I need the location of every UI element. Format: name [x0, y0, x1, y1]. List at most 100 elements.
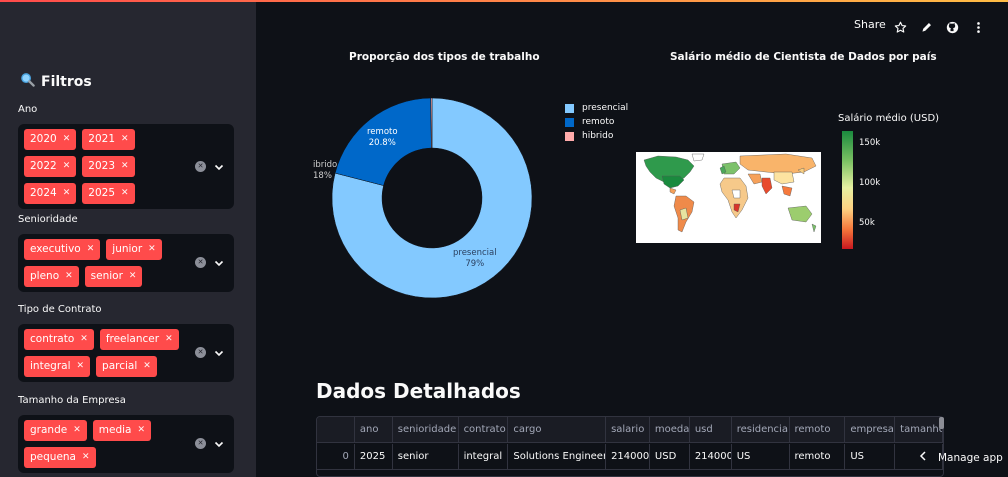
table-row[interactable]: 0 2025 senior integral Solutions Engineer 214… [317, 444, 943, 470]
clear-all-icon[interactable]: ✕ [195, 160, 206, 172]
remove-tag-icon[interactable]: ✕ [63, 156, 71, 177]
filter-tag[interactable]: junior ✕ [106, 239, 162, 260]
table-header-cell[interactable]: tamanho_ [895, 417, 943, 443]
magnifier-icon [20, 72, 35, 91]
remove-tag-icon[interactable]: ✕ [82, 447, 90, 468]
table-header-cell[interactable]: ano [354, 417, 393, 443]
colorbar [842, 131, 853, 249]
multiselect-input[interactable]: executivo ✕ junior ✕ pleno ✕ senior ✕ ✕ [18, 234, 234, 292]
clear-all-icon[interactable]: ✕ [195, 257, 206, 268]
filter-tag[interactable]: 2022 ✕ [24, 156, 77, 177]
table-header-cell[interactable]: moeda [649, 417, 690, 443]
remove-tag-icon[interactable]: ✕ [121, 156, 129, 177]
table-cell: US [731, 444, 790, 470]
filter-tag[interactable]: contrato ✕ [24, 329, 94, 350]
filter-tag-label: 2021 [88, 133, 116, 145]
filter-tag-label: pleno [30, 270, 60, 282]
multiselect-input[interactable]: contrato ✕ freelancer ✕ integral ✕ parcial ✕ ✕ [18, 324, 234, 382]
filter-tag[interactable]: pleno ✕ [24, 266, 79, 287]
chevron-down-icon[interactable] [214, 439, 224, 449]
section-title: Dados Detalhados [316, 379, 521, 403]
remove-tag-icon[interactable]: ✕ [63, 183, 71, 204]
share-button[interactable]: Share [854, 18, 886, 31]
filter-tag-label: 2024 [30, 187, 57, 199]
legend-swatch-remoto [565, 117, 574, 127]
multiselect-input[interactable]: 2020 ✕ 2021 ✕ 2022 ✕ 2023 ✕ 2024 ✕ 2025 ✕ ✕ [18, 124, 234, 209]
legend-item-remoto[interactable]: remoto [565, 117, 614, 127]
filter-label: Tamanho da Empresa [18, 395, 126, 406]
table-cell: 214000 [606, 444, 650, 470]
table-header-cell[interactable]: empresa [845, 417, 896, 443]
remove-tag-icon[interactable]: ✕ [137, 420, 145, 441]
world-choropleth-map[interactable] [636, 152, 821, 243]
table-header-cell[interactable]: remoto [789, 417, 846, 443]
table-header-cell[interactable]: cargo [508, 417, 607, 443]
pie-label-hibrido: ibrido 18% [313, 160, 337, 182]
remove-tag-icon[interactable]: ✕ [165, 329, 173, 350]
pie-label-remoto-name: remoto [367, 127, 398, 137]
table-header-cell[interactable] [317, 417, 355, 443]
legend-item-hibrido[interactable]: hibrido [565, 131, 613, 141]
legend-label: remoto [582, 117, 615, 127]
remove-tag-icon[interactable]: ✕ [76, 356, 84, 377]
table-cell: integral [458, 444, 509, 470]
filter-tag[interactable]: pequena ✕ [24, 447, 96, 468]
filter-tag-label: parcial [102, 360, 138, 372]
table-header-row: ano senioridade contrato cargo salario moeda u… [317, 417, 943, 443]
chevron-down-icon[interactable] [214, 348, 224, 358]
filter-tag-label: freelancer [105, 333, 160, 345]
filter-tag[interactable]: grande ✕ [24, 420, 87, 441]
github-icon[interactable] [946, 19, 959, 34]
sidebar-title: Filtros [20, 72, 92, 91]
clear-all-icon[interactable]: ✕ [195, 438, 206, 449]
map-chart-title: Salário médio de Cientista de Dados por … [670, 51, 937, 63]
data-table[interactable]: ano senioridade contrato cargo salario moeda u… [316, 416, 944, 477]
filter-tag-label: senior [90, 270, 123, 282]
table-cell: US [845, 444, 896, 470]
sidebar: Filtros Ano 2020 ✕ 2021 ✕ 2022 ✕ 2023 ✕ 2024 ✕ 2025… [0, 2, 256, 477]
table-scrollbar[interactable] [939, 417, 944, 429]
table-header-cell[interactable]: senioridade [392, 417, 459, 443]
filter-tag[interactable]: 2025 ✕ [82, 183, 135, 204]
filter-tag[interactable]: senior ✕ [84, 266, 143, 287]
remove-tag-icon[interactable]: ✕ [129, 266, 137, 287]
pie-label-hibrido-name: ibrido [313, 160, 338, 170]
remove-tag-icon[interactable]: ✕ [80, 329, 88, 350]
edit-pencil-icon[interactable] [920, 19, 933, 32]
filter-tag[interactable]: executivo ✕ [24, 239, 101, 260]
table-header-cell[interactable]: contrato [458, 417, 509, 443]
remove-tag-icon[interactable]: ✕ [148, 239, 156, 260]
filter-tag[interactable]: 2024 ✕ [24, 183, 77, 204]
remove-tag-icon[interactable]: ✕ [143, 356, 151, 377]
filter-tag-label: contrato [30, 333, 75, 345]
star-icon[interactable] [894, 19, 907, 33]
table-header-cell[interactable]: salario [606, 417, 650, 443]
filter-tag[interactable]: 2023 ✕ [82, 156, 135, 177]
pie-label-remoto-pct: 20.8% [368, 138, 396, 148]
clear-all-icon[interactable]: ✕ [195, 347, 206, 358]
remove-tag-icon[interactable]: ✕ [87, 239, 95, 260]
filter-tag[interactable]: parcial ✕ [96, 356, 157, 377]
chevron-left-icon [918, 451, 928, 464]
table-header-cell[interactable]: residencia [731, 417, 790, 443]
remove-tag-icon[interactable]: ✕ [73, 420, 81, 441]
remove-tag-icon[interactable]: ✕ [121, 129, 129, 150]
legend-item-presencial[interactable]: presencial [565, 103, 628, 113]
chevron-down-icon[interactable] [214, 258, 224, 268]
remove-tag-icon[interactable]: ✕ [63, 129, 71, 150]
filter-label: Tipo de Contrato [18, 304, 102, 315]
filter-tag[interactable]: media ✕ [92, 420, 152, 441]
filter-tag[interactable]: 2021 ✕ [82, 129, 135, 150]
chevron-down-icon[interactable] [214, 162, 224, 172]
filter-tag[interactable]: integral ✕ [24, 356, 91, 377]
multiselect-input[interactable]: grande ✕ media ✕ pequena ✕ ✕ [18, 415, 234, 473]
manage-app-button[interactable]: Manage app [918, 451, 1003, 464]
table-header-cell[interactable]: usd [689, 417, 732, 443]
table-cell: USD [649, 444, 690, 470]
filter-tag[interactable]: 2020 ✕ [24, 129, 77, 150]
remove-tag-icon[interactable]: ✕ [65, 266, 73, 287]
more-menu-icon[interactable] [972, 19, 985, 33]
filter-tag[interactable]: freelancer ✕ [99, 329, 179, 350]
remove-tag-icon[interactable]: ✕ [121, 183, 129, 204]
pie-label-presencial-pct: 79% [465, 259, 485, 269]
